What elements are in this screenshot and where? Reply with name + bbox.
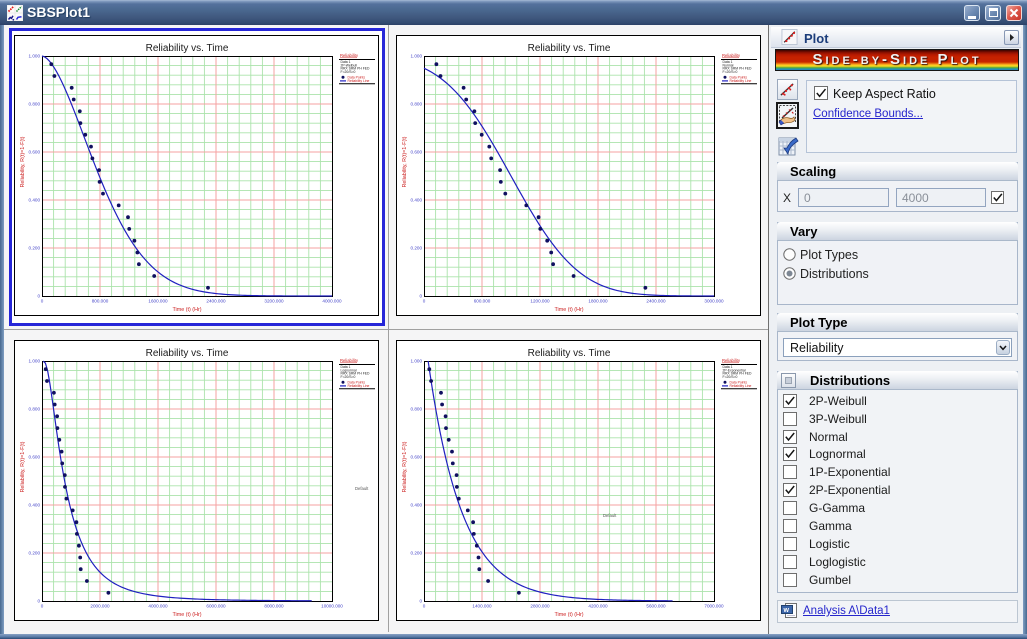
- svg-text:1800.000: 1800.000: [588, 299, 608, 304]
- svg-text:0: 0: [419, 294, 422, 299]
- svg-text:0.200: 0.200: [411, 551, 423, 556]
- svg-text:w: w: [783, 607, 790, 614]
- svg-text:8000.000: 8000.000: [264, 604, 284, 609]
- svg-text:Time (t) (Hr): Time (t) (Hr): [554, 307, 583, 313]
- svg-text:1.000: 1.000: [29, 359, 41, 364]
- svg-text:0: 0: [419, 599, 422, 604]
- svg-text:0: 0: [41, 299, 44, 304]
- svg-text:Reliability Line: Reliability Line: [730, 79, 752, 83]
- svg-text:Reliability vs. Time: Reliability vs. Time: [528, 348, 611, 359]
- svg-text:0: 0: [37, 599, 40, 604]
- svg-text:Time (t) (Hr): Time (t) (Hr): [172, 307, 201, 313]
- svg-text:6000.000: 6000.000: [206, 604, 226, 609]
- svg-text:Reliability vs. Time: Reliability vs. Time: [146, 43, 229, 54]
- svg-text:4000.000: 4000.000: [322, 299, 342, 304]
- svg-text:0.400: 0.400: [411, 503, 423, 508]
- svg-text:Reliability vs. Time: Reliability vs. Time: [146, 348, 229, 359]
- svg-text:Reliability Line: Reliability Line: [348, 79, 370, 83]
- svg-text:0.200: 0.200: [29, 551, 41, 556]
- svg-text:Reliability Line: Reliability Line: [348, 384, 370, 388]
- svg-text:Reliability: Reliability: [722, 358, 741, 363]
- svg-text:1600.000: 1600.000: [148, 299, 168, 304]
- svg-text:Default: Default: [355, 486, 369, 491]
- svg-text:0.600: 0.600: [29, 455, 41, 460]
- svg-text:0: 0: [37, 294, 40, 299]
- svg-text:Reliability: Reliability: [340, 358, 359, 363]
- svg-text:0.200: 0.200: [29, 246, 41, 251]
- svg-text:F=20/S=0: F=20/S=0: [723, 375, 738, 379]
- svg-text:0.600: 0.600: [411, 455, 423, 460]
- svg-text:3000.000: 3000.000: [704, 299, 724, 304]
- svg-text:2000.000: 2000.000: [90, 604, 110, 609]
- svg-text:F=20/S=0: F=20/S=0: [723, 70, 738, 74]
- svg-text:5600.000: 5600.000: [646, 604, 666, 609]
- svg-text:1400.000: 1400.000: [472, 604, 492, 609]
- svg-text:0.800: 0.800: [29, 102, 41, 107]
- svg-text:Reliability, R(t)=1-F(t): Reliability, R(t)=1-F(t): [20, 441, 26, 492]
- svg-text:F=20/S=0: F=20/S=0: [341, 375, 356, 379]
- svg-text:600.000: 600.000: [474, 299, 491, 304]
- svg-text:4000.000: 4000.000: [148, 604, 168, 609]
- svg-text:1.000: 1.000: [29, 54, 41, 59]
- svg-text:Time (t) (Hr): Time (t) (Hr): [172, 612, 201, 618]
- svg-text:0.800: 0.800: [411, 407, 423, 412]
- svg-text:Reliability, R(t)=1-F(t): Reliability, R(t)=1-F(t): [402, 441, 408, 492]
- svg-text:2800.000: 2800.000: [530, 604, 550, 609]
- svg-text:0.400: 0.400: [29, 198, 41, 203]
- svg-text:0: 0: [41, 604, 44, 609]
- svg-text:0.600: 0.600: [29, 150, 41, 155]
- svg-text:0.400: 0.400: [29, 503, 41, 508]
- svg-text:2400.000: 2400.000: [646, 299, 666, 304]
- svg-text:Reliability, R(t)=1-F(t): Reliability, R(t)=1-F(t): [20, 136, 26, 187]
- svg-text:1.000: 1.000: [411, 54, 423, 59]
- svg-text:4200.000: 4200.000: [588, 604, 608, 609]
- svg-text:Time (t) (Hr): Time (t) (Hr): [554, 612, 583, 618]
- svg-text:Reliability: Reliability: [340, 53, 359, 58]
- svg-text:Default: Default: [603, 513, 617, 518]
- svg-text:F=20/S=0: F=20/S=0: [341, 70, 356, 74]
- svg-text:0: 0: [423, 299, 426, 304]
- svg-text:Reliability vs. Time: Reliability vs. Time: [528, 43, 611, 54]
- svg-text:1200.000: 1200.000: [530, 299, 550, 304]
- svg-text:0.800: 0.800: [411, 102, 423, 107]
- svg-text:0.200: 0.200: [411, 246, 423, 251]
- svg-text:800.000: 800.000: [92, 299, 109, 304]
- svg-text:0.800: 0.800: [29, 407, 41, 412]
- svg-text:10000.000: 10000.000: [321, 604, 343, 609]
- svg-text:0.600: 0.600: [411, 150, 423, 155]
- svg-text:Reliability Line: Reliability Line: [730, 384, 752, 388]
- svg-text:0.400: 0.400: [411, 198, 423, 203]
- svg-text:3200.000: 3200.000: [264, 299, 284, 304]
- svg-text:Reliability, R(t)=1-F(t): Reliability, R(t)=1-F(t): [402, 136, 408, 187]
- svg-text:Reliability: Reliability: [722, 53, 741, 58]
- svg-text:7000.000: 7000.000: [704, 604, 724, 609]
- svg-text:0: 0: [423, 604, 426, 609]
- svg-text:2400.000: 2400.000: [206, 299, 226, 304]
- svg-text:1.000: 1.000: [411, 359, 423, 364]
